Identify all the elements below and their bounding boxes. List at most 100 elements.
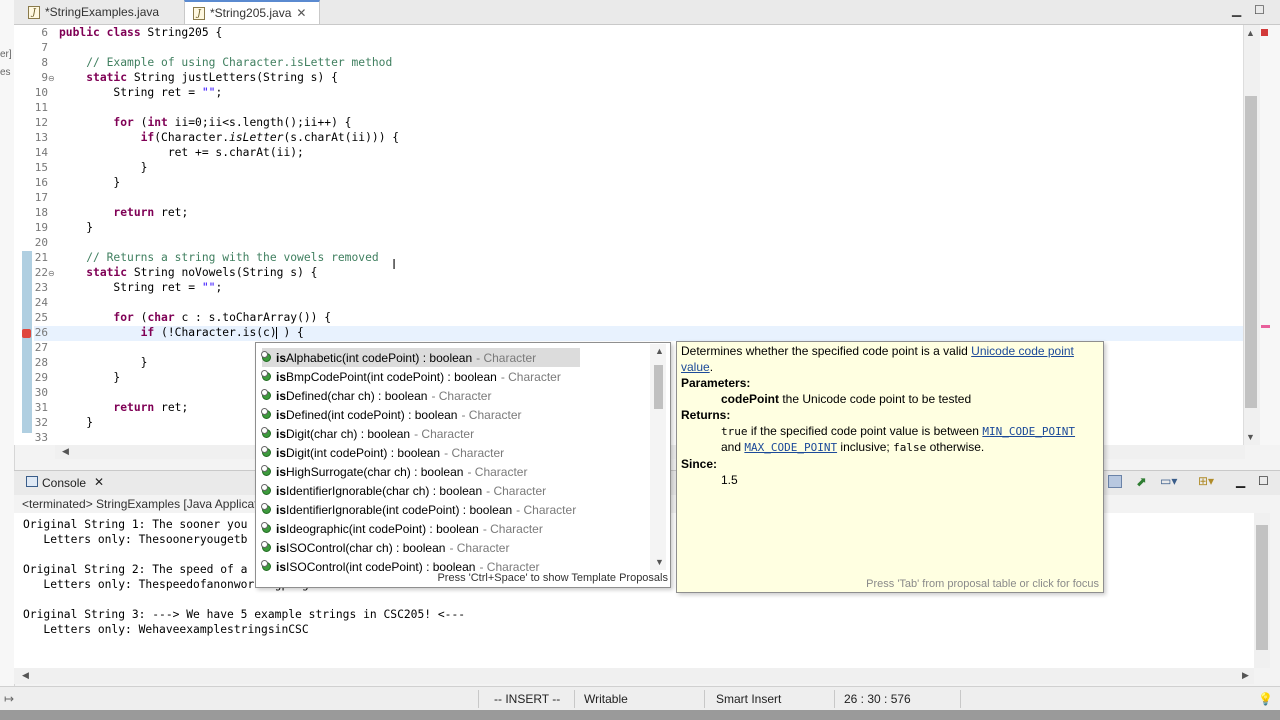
close-icon[interactable]: ✕ xyxy=(94,475,104,489)
proposal-item[interactable]: isBmpCodePoint(int codePoint) : boolean -… xyxy=(261,367,580,386)
fold-collapse-icon[interactable]: ⊖ xyxy=(48,269,55,278)
code-line[interactable]: } xyxy=(59,221,93,234)
code-line[interactable]: public class String205 { xyxy=(59,26,222,39)
fold-collapse-icon[interactable]: ⊖ xyxy=(48,74,55,83)
code-line[interactable]: ret += s.charAt(ii); xyxy=(59,146,304,159)
proposal-item[interactable]: isDefined(int codePoint) : boolean - Char… xyxy=(261,405,580,424)
scroll-right-icon[interactable]: ▶ xyxy=(1242,670,1249,681)
close-icon[interactable]: ✕ xyxy=(296,6,306,20)
error-overview-icon[interactable] xyxy=(1261,29,1268,36)
package-explorer-strip[interactable]: er] es xyxy=(0,0,15,700)
proposal-item[interactable]: isISOControl(char ch) : boolean - Charact… xyxy=(261,538,580,557)
code-line[interactable]: if (!Character.is(c) ) { xyxy=(59,326,304,339)
code-line[interactable]: } xyxy=(59,371,120,384)
editor-mode: -- INSERT -- xyxy=(494,692,561,706)
scroll-up-icon[interactable]: ▲ xyxy=(1246,28,1255,38)
proposal-item[interactable]: isDigit(char ch) : boolean - Character xyxy=(261,424,580,443)
doc-focus-hint: Press 'Tab' from proposal table or click… xyxy=(866,578,1099,590)
code-line[interactable]: for (int ii=0;ii<s.length();ii++) { xyxy=(59,116,351,129)
proposal-item[interactable]: isDefined(char ch) : boolean - Character xyxy=(261,386,580,405)
overview-marker[interactable] xyxy=(1261,325,1270,328)
scroll-down-icon[interactable]: ▼ xyxy=(655,557,664,567)
proposal-item[interactable]: isAlphabetic(int codePoint) : boolean - C… xyxy=(261,348,580,367)
public-static-method-icon xyxy=(261,351,271,362)
line-number: 30 xyxy=(34,386,48,399)
display-console-icon[interactable]: ▭▾ xyxy=(1160,474,1177,488)
proposal-rest: Defined(int codePoint) : boolean xyxy=(286,407,458,422)
proposal-signature: isBmpCodePoint(int codePoint) : boolean xyxy=(276,370,497,384)
proposal-item[interactable]: isIdentifierIgnorable(char ch) : boolean… xyxy=(261,481,580,500)
scroll-down-icon[interactable]: ▼ xyxy=(1246,432,1255,442)
code-line[interactable]: return ret; xyxy=(59,206,188,219)
proposal-item[interactable]: isIdentifierIgnorable(int codePoint) : b… xyxy=(261,500,580,519)
proposal-rest: IdentifierIgnorable(int codePoint) : boo… xyxy=(286,502,513,517)
line-number: 29 xyxy=(34,371,48,384)
code-line[interactable]: if(Character.isLetter(s.charAt(ii))) { xyxy=(59,131,399,144)
insert-mode[interactable]: Smart Insert xyxy=(716,692,781,706)
open-console-icon[interactable]: ⊞▾ xyxy=(1198,474,1214,488)
min-code-point-link[interactable]: MIN_CODE_POINT xyxy=(982,425,1075,438)
window-bottom-edge xyxy=(0,710,1280,720)
maximize-icon[interactable]: ☐ xyxy=(1254,3,1265,17)
editor-scroll-thumb[interactable] xyxy=(1245,96,1257,408)
console-horizontal-scrollbar[interactable] xyxy=(14,668,1254,684)
minimize-icon[interactable]: ▁ xyxy=(1236,474,1245,488)
line-number: 26 xyxy=(34,326,48,339)
doc-params-label: Parameters: xyxy=(681,376,751,390)
minimize-icon[interactable]: ▁ xyxy=(1232,3,1241,17)
code-line[interactable]: } xyxy=(59,356,148,369)
overview-ruler[interactable] xyxy=(1260,25,1280,445)
proposal-signature: isISOControl(char ch) : boolean xyxy=(276,541,445,555)
javadoc-popup[interactable]: Determines whether the specified code po… xyxy=(676,341,1104,593)
tab-string205[interactable]: J *String205.java ✕ xyxy=(184,0,320,24)
console-tab-label[interactable]: Console xyxy=(42,476,86,490)
content-assist-popup[interactable]: isAlphabetic(int codePoint) : boolean - C… xyxy=(255,342,671,588)
line-number: 10 xyxy=(34,86,48,99)
template-proposals-hint: Press 'Ctrl+Space' to show Template Prop… xyxy=(437,572,668,584)
line-number: 6 xyxy=(41,26,48,39)
public-static-method-icon xyxy=(261,503,271,514)
maximize-icon[interactable]: ☐ xyxy=(1258,474,1269,488)
code-line[interactable]: static String justLetters(String s) { xyxy=(59,71,338,84)
proposal-item[interactable]: isDigit(int codePoint) : boolean - Charac… xyxy=(261,443,580,462)
code-line[interactable]: String ret = ""; xyxy=(59,281,222,294)
tab-label: *String205.java xyxy=(210,6,292,20)
proposal-item[interactable]: isHighSurrogate(char ch) : boolean - Char… xyxy=(261,462,580,481)
proposal-owner: - Character xyxy=(476,350,537,365)
tab-stringexamples[interactable]: J *StringExamples.java xyxy=(20,0,178,24)
code-line[interactable]: for (char c : s.toCharArray()) { xyxy=(59,311,331,324)
error-marker-icon[interactable] xyxy=(22,329,31,338)
code-line[interactable]: return ret; xyxy=(59,401,188,414)
code-line[interactable]: } xyxy=(59,176,120,189)
proposal-item[interactable]: isIdeographic(int codePoint) : boolean - … xyxy=(261,519,580,538)
pin-console-icon[interactable]: ⬈ xyxy=(1136,474,1147,490)
doc-intro: Determines whether the specified code po… xyxy=(681,344,1074,358)
console-scroll-thumb[interactable] xyxy=(1256,525,1268,650)
cursor-position[interactable]: 26 : 30 : 576 xyxy=(844,692,911,706)
code-line[interactable]: static String noVowels(String s) { xyxy=(59,266,317,279)
code-line[interactable]: // Example of using Character.isLetter m… xyxy=(59,56,392,69)
public-static-method-icon xyxy=(261,389,271,400)
scroll-up-icon[interactable]: ▲ xyxy=(655,346,664,356)
value-link[interactable]: value xyxy=(681,360,710,374)
line-number: 28 xyxy=(34,356,48,369)
line-number: 22 xyxy=(34,266,48,279)
status-separator xyxy=(704,690,705,708)
doc-text: if the specified code point value is bet… xyxy=(747,424,983,438)
proposal-prefix: is xyxy=(276,521,287,536)
public-static-method-icon xyxy=(261,465,271,476)
status-separator xyxy=(834,690,835,708)
unicode-code-point-link[interactable]: Unicode code point xyxy=(971,344,1074,358)
code-line[interactable]: } xyxy=(59,416,93,429)
proposal-scroll-thumb[interactable] xyxy=(654,365,663,409)
code-line[interactable]: String ret = ""; xyxy=(59,86,222,99)
lightbulb-icon[interactable]: 💡 xyxy=(1258,692,1273,706)
scroll-left-icon[interactable]: ◀ xyxy=(62,446,69,457)
code-line[interactable]: // Returns a string with the vowels remo… xyxy=(59,251,378,264)
console-action-icon[interactable] xyxy=(1108,475,1122,488)
max-code-point-link[interactable]: MAX_CODE_POINT xyxy=(744,441,837,454)
editor-tab-bar: J *StringExamples.java J *String205.java… xyxy=(14,0,1280,25)
scroll-left-icon[interactable]: ◀ xyxy=(22,670,29,681)
line-number: 31 xyxy=(34,401,48,414)
code-line[interactable]: } xyxy=(59,161,148,174)
